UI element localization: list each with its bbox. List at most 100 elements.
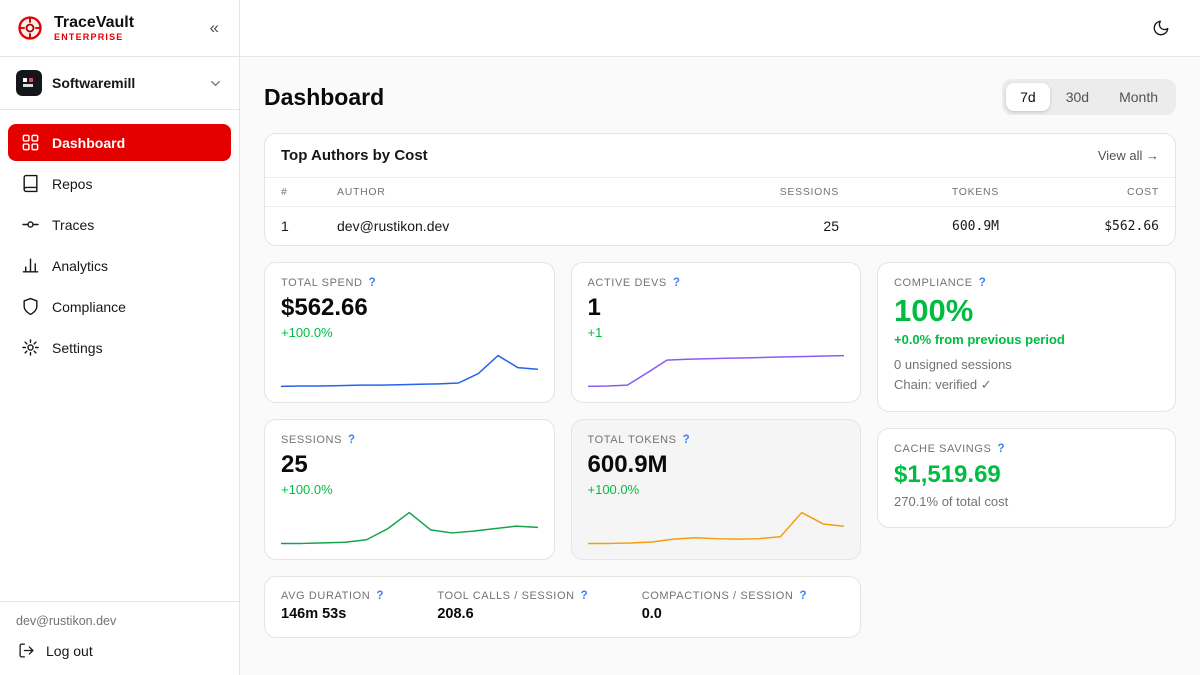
sidebar-item-settings[interactable]: Settings	[8, 329, 231, 366]
right-column: COMPLIANCE ? 100% +0.0% from previous pe…	[877, 262, 1176, 528]
dashboard-content: Dashboard 7d 30d Month Top Authors by Co…	[240, 57, 1200, 675]
total-tokens-sparkline	[588, 509, 845, 547]
range-tab-30d[interactable]: 30d	[1052, 83, 1103, 111]
cache-savings-label: CACHE SAVINGS	[894, 443, 991, 455]
avg-duration-stat: AVG DURATION ? 146m 53s	[281, 590, 383, 622]
chevron-down-icon	[208, 76, 223, 91]
authors-table-header-row: # AUTHOR SESSIONS TOKENS COST	[265, 178, 1175, 207]
sessions-value: 25	[281, 451, 538, 479]
org-name: Softwaremill	[52, 75, 135, 91]
gear-icon	[21, 338, 40, 357]
col-header-cost: COST	[1015, 178, 1175, 207]
unsigned-sessions-text: 0 unsigned sessions	[894, 357, 1159, 372]
tracevault-logo-icon	[16, 14, 44, 42]
date-range-switcher: 7d 30d Month	[1002, 79, 1176, 115]
total-spend-value: $562.66	[281, 294, 538, 322]
nav-label-settings: Settings	[52, 340, 103, 356]
active-devs-value: 1	[588, 294, 845, 322]
sidebar-collapse-button[interactable]: «	[206, 16, 223, 40]
col-header-author: AUTHOR	[321, 178, 695, 207]
range-tab-month[interactable]: Month	[1105, 83, 1172, 111]
chain-verified-text: Chain: verified ✓	[894, 377, 1159, 393]
top-authors-title: Top Authors by Cost	[281, 147, 428, 164]
avg-duration-label: AVG DURATION	[281, 590, 370, 602]
sidebar-item-repos[interactable]: Repos	[8, 165, 231, 202]
compliance-card: COMPLIANCE ? 100% +0.0% from previous pe…	[877, 262, 1176, 412]
compliance-delta: +0.0% from previous period	[894, 332, 1159, 347]
sessions-label: SESSIONS	[281, 434, 342, 446]
compactions-value: 0.0	[642, 606, 807, 622]
brand-name: TraceVault	[54, 14, 134, 32]
sidebar-item-analytics[interactable]: Analytics	[8, 247, 231, 284]
total-spend-help-icon[interactable]: ?	[369, 277, 376, 289]
compliance-label: COMPLIANCE	[894, 277, 973, 289]
topbar	[240, 0, 1200, 57]
shield-icon	[21, 297, 40, 316]
author-tokens: 600.9M	[855, 207, 1015, 246]
sidebar-item-dashboard[interactable]: Dashboard	[8, 124, 231, 161]
theme-toggle-button[interactable]	[1148, 15, 1174, 41]
author-sessions: 25	[695, 207, 855, 246]
sidebar-footer: dev@rustikon.dev Log out	[0, 601, 239, 675]
active-devs-label: ACTIVE DEVS	[588, 277, 667, 289]
view-all-link[interactable]: View all →	[1098, 148, 1159, 163]
compactions-help-icon[interactable]: ?	[799, 590, 806, 602]
tool-calls-help-icon[interactable]: ?	[581, 590, 588, 602]
nav-label-traces: Traces	[52, 217, 94, 233]
active-devs-delta: +1	[588, 325, 845, 340]
page-title: Dashboard	[264, 84, 384, 111]
cache-savings-value: $1,519.69	[894, 461, 1159, 489]
avg-duration-help-icon[interactable]: ?	[376, 590, 383, 602]
sidebar-item-compliance[interactable]: Compliance	[8, 288, 231, 325]
nav-label-analytics: Analytics	[52, 258, 108, 274]
main: Dashboard 7d 30d Month Top Authors by Co…	[240, 0, 1200, 675]
total-spend-delta: +100.0%	[281, 325, 538, 340]
compliance-help-icon[interactable]: ?	[979, 277, 986, 289]
author-table-row[interactable]: 1 dev@rustikon.dev 25 600.9M $562.66	[265, 207, 1175, 246]
total-tokens-help-icon[interactable]: ?	[683, 434, 690, 446]
top-authors-card: Top Authors by Cost View all → # AUTHOR …	[264, 133, 1176, 246]
cache-savings-note: 270.1% of total cost	[894, 494, 1159, 509]
range-tab-7d[interactable]: 7d	[1006, 83, 1050, 111]
org-selector[interactable]: Softwaremill	[0, 57, 239, 110]
col-header-tokens: TOKENS	[855, 178, 1015, 207]
total-spend-card: TOTAL SPEND ? $562.66 +100.0%	[264, 262, 555, 403]
stats-grid: TOTAL SPEND ? $562.66 +100.0% ACTIVE DEV…	[264, 262, 861, 638]
author-cost: $562.66	[1015, 207, 1175, 246]
sessions-delta: +100.0%	[281, 482, 538, 497]
logout-label: Log out	[46, 643, 93, 659]
moon-icon	[1152, 19, 1170, 37]
active-devs-help-icon[interactable]: ?	[673, 277, 680, 289]
total-spend-sparkline	[281, 352, 538, 390]
sidebar-nav: Dashboard Repos Traces Analytics Complia…	[0, 110, 239, 380]
sidebar-item-traces[interactable]: Traces	[8, 206, 231, 243]
cache-savings-card: CACHE SAVINGS ? $1,519.69 270.1% of tota…	[877, 428, 1176, 528]
compactions-stat: COMPACTIONS / SESSION ? 0.0	[642, 590, 807, 622]
commit-icon	[21, 215, 40, 234]
total-tokens-delta: +100.0%	[588, 482, 845, 497]
authors-table: # AUTHOR SESSIONS TOKENS COST 1 dev@rust…	[265, 177, 1175, 245]
sidebar: TraceVault ENTERPRISE « Softwaremill Das…	[0, 0, 240, 675]
nav-label-compliance: Compliance	[52, 299, 126, 315]
total-tokens-value: 600.9M	[588, 451, 845, 479]
top-authors-header: Top Authors by Cost View all →	[265, 134, 1175, 177]
logout-icon	[18, 642, 35, 659]
col-header-sessions: SESSIONS	[695, 178, 855, 207]
author-rank: 1	[265, 207, 321, 246]
sessions-sparkline	[281, 509, 538, 547]
session-metrics-card: AVG DURATION ? 146m 53s TOOL CALLS / SES…	[264, 576, 861, 638]
author-email: dev@rustikon.dev	[321, 207, 695, 246]
repo-icon	[21, 174, 40, 193]
cache-savings-help-icon[interactable]: ?	[997, 443, 1004, 455]
grid-icon	[21, 133, 40, 152]
tool-calls-value: 208.6	[437, 606, 587, 622]
avg-duration-value: 146m 53s	[281, 606, 383, 622]
nav-label-dashboard: Dashboard	[52, 135, 125, 151]
col-header-rank: #	[265, 178, 321, 207]
user-email: dev@rustikon.dev	[16, 614, 223, 628]
logout-button[interactable]: Log out	[16, 642, 223, 659]
sessions-help-icon[interactable]: ?	[348, 434, 355, 446]
active-devs-card: ACTIVE DEVS ? 1 +1	[571, 262, 862, 403]
content-header: Dashboard 7d 30d Month	[264, 79, 1176, 115]
total-tokens-card: TOTAL TOKENS ? 600.9M +100.0%	[571, 419, 862, 560]
